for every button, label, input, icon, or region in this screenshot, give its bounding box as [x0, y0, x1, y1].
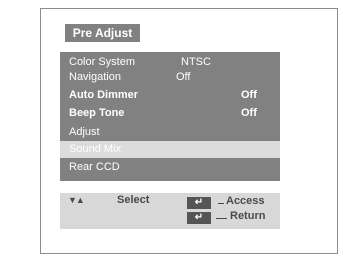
key-guide-bar: ▼▲ Select ↵ Access ↵ Return: [60, 193, 280, 229]
return-dash: [216, 218, 227, 219]
menu-item-rear-ccd[interactable]: Rear CCD: [60, 159, 280, 175]
menu-item-label: Rear CCD: [69, 161, 120, 173]
menu-item-label: Sound Mix: [69, 143, 121, 155]
menu-item-sound-mix[interactable]: Sound Mix: [60, 141, 280, 158]
return-key-icon: ↵: [187, 212, 211, 224]
access-hint-label: Access: [226, 195, 265, 207]
menu-item-label: Adjust: [69, 126, 100, 138]
menu-item-navigation[interactable]: Navigation Off: [60, 69, 280, 85]
menu-item-beep-tone[interactable]: Beep Tone Off: [60, 105, 280, 121]
menu-item-label: Auto Dimmer: [69, 89, 139, 101]
menu-item-value: Off: [241, 89, 257, 101]
access-dash: [218, 203, 224, 204]
menu-item-value: NTSC: [181, 56, 211, 68]
enter-key-icon: ↵: [187, 197, 211, 209]
menu-item-adjust[interactable]: Adjust: [60, 124, 280, 140]
settings-menu: Color System NTSC Navigation Off Auto Di…: [60, 52, 280, 181]
select-hint-label: Select: [117, 194, 150, 206]
menu-item-auto-dimmer[interactable]: Auto Dimmer Off: [60, 87, 280, 103]
menu-title-tab: Pre Adjust: [65, 24, 140, 42]
menu-item-color-system[interactable]: Color System NTSC: [60, 54, 280, 70]
menu-title: Pre Adjust: [72, 26, 133, 40]
menu-item-label: Beep Tone: [69, 107, 125, 119]
menu-item-value: Off: [176, 71, 191, 83]
menu-item-label: Navigation: [69, 71, 121, 83]
menu-item-value: Off: [241, 107, 257, 119]
return-hint-label: Return: [230, 210, 266, 222]
menu-item-label: Color System: [69, 56, 136, 68]
up-down-arrows-icon: ▼▲: [68, 195, 85, 205]
